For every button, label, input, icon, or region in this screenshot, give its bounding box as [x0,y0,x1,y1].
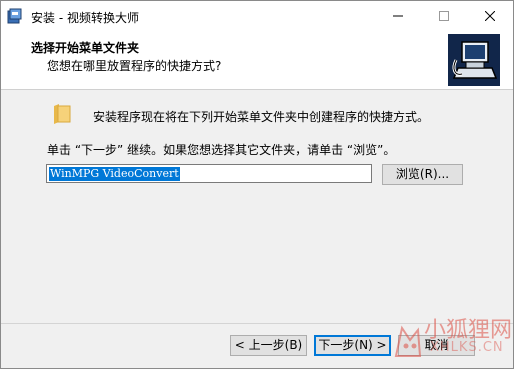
start-menu-folder-input[interactable]: WinMPG VideoConvert [46,164,372,183]
maximize-icon [439,11,449,21]
minimize-button[interactable] [375,1,421,31]
installer-app-icon [7,8,23,24]
close-icon [485,11,495,21]
installer-computer-icon [448,34,500,86]
close-button[interactable] [467,1,513,31]
minimize-icon [393,15,403,17]
folder-icon [53,103,71,125]
back-button[interactable]: < 上一步(B) [230,335,307,356]
wizard-header: 选择开始菜单文件夹 您想在哪里放置程序的快捷方式? [1,31,513,90]
continue-text: 单击 “下一步” 继续。如果您想选择其它文件夹，请单击 “浏览”。 [47,143,396,157]
page-subtitle: 您想在哪里放置程序的快捷方式? [47,59,222,73]
browse-button[interactable]: 浏览(R)... [382,164,463,185]
title-bar[interactable]: 安装 - 视频转换大师 [1,1,513,31]
maximize-button[interactable] [421,1,467,31]
instruction-text: 安装程序现在将在下列开始菜单文件夹中创建程序的快捷方式。 [93,110,430,124]
next-button[interactable]: 下一步(N) > [314,335,391,356]
page-title: 选择开始菜单文件夹 [31,41,140,55]
window-title: 安装 - 视频转换大师 [31,11,139,25]
watermark-url: XHLKS.CN [430,340,504,355]
folder-input-value: WinMPG VideoConvert [49,167,180,181]
